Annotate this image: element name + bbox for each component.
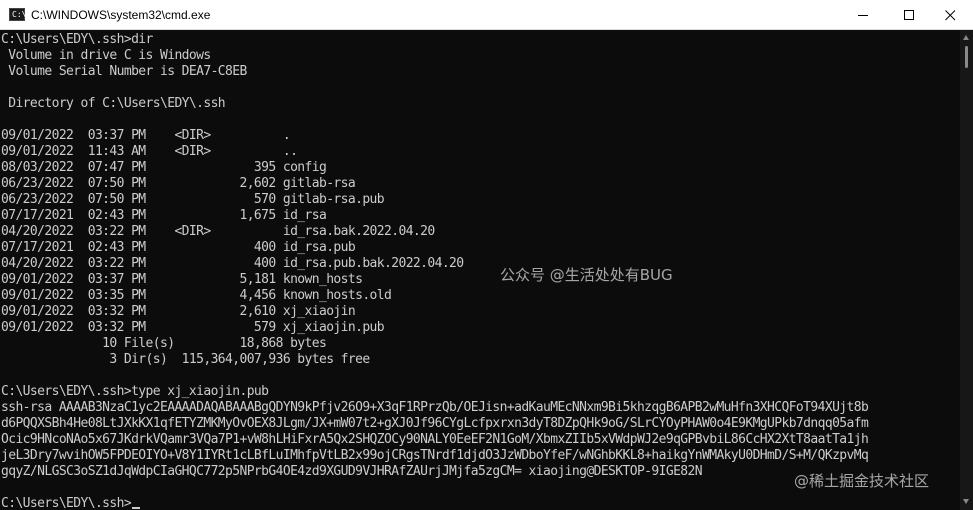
cmd-prompt-glyph: C:\: [12, 10, 27, 19]
cmd-app-icon[interactable]: C:\: [9, 8, 27, 21]
console-line: 06/23/2022 07:50 PM 2,602 gitlab-rsa: [1, 176, 356, 191]
console-line: ssh-rsa AAAAB3NzaC1yc2EAAAADAQABAAABgQDY…: [1, 400, 869, 415]
command-prompt[interactable]: C:\Users\EDY\.ssh>: [1, 496, 141, 510]
maximize-button[interactable]: [886, 0, 932, 30]
maximize-icon: [904, 10, 914, 20]
juejin-watermark: @稀土掘金技术社区: [794, 472, 930, 490]
scrollbar-thumb[interactable]: [965, 46, 968, 68]
scroll-up-arrow-icon[interactable]: [963, 35, 969, 40]
console-line: gqyZ/NLGSC3oSZ1dJqWdpCIaGHQC772p5NPrbG4O…: [1, 464, 703, 479]
minimize-button[interactable]: [840, 0, 886, 30]
window-title: C:\WINDOWS\system32\cmd.exe: [31, 8, 211, 22]
title-bar[interactable]: C:\ C:\WINDOWS\system32\cmd.exe: [0, 0, 973, 30]
console-line: 09/01/2022 03:35 PM 4,456 known_hosts.ol…: [1, 288, 392, 303]
console-line: Ocic9HNcoNAo5x67JKdrkVQamr3VQa7P1+vW8hLH…: [1, 432, 869, 447]
console-line: Directory of C:\Users\EDY\.ssh: [1, 96, 226, 111]
console-line: d6PQQXSBh4He08LtJXkKX1qfETYZMKMyOvOEX8JL…: [1, 416, 869, 431]
console-line: 07/17/2021 02:43 PM 400 id_rsa.pub: [1, 240, 356, 255]
vertical-scrollbar[interactable]: [960, 30, 973, 510]
close-icon: [945, 10, 956, 21]
console-line: 3 Dir(s) 115,364,007,936 bytes free: [1, 352, 370, 367]
console-line: 09/01/2022 03:37 PM <DIR> .: [1, 128, 291, 143]
close-button[interactable]: [927, 0, 973, 30]
console-line: 04/20/2022 03:22 PM <DIR> id_rsa.bak.202…: [1, 224, 435, 239]
console-line: 09/01/2022 11:43 AM <DIR> ..: [1, 144, 298, 159]
console-line: C:\Users\EDY\.ssh>dir: [1, 32, 153, 47]
console-line: Volume Serial Number is DEA7-C8EB: [1, 64, 247, 79]
text-cursor: [132, 507, 141, 509]
wechat-watermark: 公众号 @生活处处有BUG: [500, 266, 673, 284]
console-line: 09/01/2022 03:37 PM 5,181 known_hosts: [1, 272, 363, 287]
minimize-icon: [858, 15, 868, 16]
console-output[interactable]: C:\Users\EDY\.ssh>dir Volume in drive C …: [0, 30, 960, 510]
console-line: 08/03/2022 07:47 PM 395 config: [1, 160, 327, 175]
console-line: C:\Users\EDY\.ssh>type xj_xiaojin.pub: [1, 384, 269, 399]
console-line: 04/20/2022 03:22 PM 400 id_rsa.pub.bak.2…: [1, 256, 464, 271]
console-line: 09/01/2022 03:32 PM 2,610 xj_xiaojin: [1, 304, 356, 319]
console-line: 06/23/2022 07:50 PM 570 gitlab-rsa.pub: [1, 192, 385, 207]
prompt-text: C:\Users\EDY\.ssh>: [1, 496, 132, 510]
console-line: 07/17/2021 02:43 PM 1,675 id_rsa: [1, 208, 327, 223]
console-line: jeL3Dry7wvihOW5FPDEOIYO+V8Y1IYRt1cLBfLuI…: [1, 448, 869, 463]
console-line: 09/01/2022 03:32 PM 579 xj_xiaojin.pub: [1, 320, 385, 335]
console-line: Volume in drive C is Windows: [1, 48, 211, 63]
scroll-down-arrow-icon[interactable]: [963, 499, 969, 504]
console-line: 10 File(s) 18,868 bytes: [1, 336, 327, 351]
